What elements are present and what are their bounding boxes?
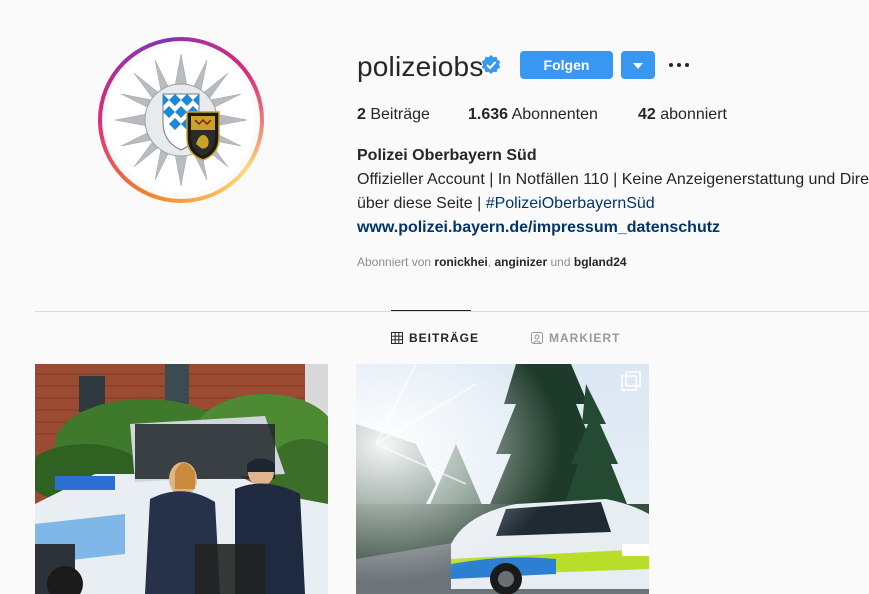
- hashtag-link[interactable]: #PolizeiOberbayernSüd: [486, 195, 655, 212]
- post-thumbnail[interactable]: [35, 364, 328, 594]
- website-link[interactable]: www.polizei.bayern.de/impressum_datensch…: [357, 219, 720, 237]
- profile-page: polizeiobs Folgen 2 Beiträge 1.636 Abonn…: [0, 0, 869, 594]
- chevron-down-icon: [633, 63, 643, 69]
- followed-by: Abonniert von ronickhei, anginizer und b…: [357, 255, 627, 269]
- post-thumbnail[interactable]: [356, 364, 649, 594]
- follower-link[interactable]: anginizer: [494, 255, 547, 269]
- posts-count: 2 Beiträge: [357, 106, 430, 123]
- follower-link[interactable]: bgland24: [574, 255, 627, 269]
- bio-line: Offizieller Account | In Notfällen 110 |…: [357, 171, 869, 188]
- tab-posts[interactable]: BEITRÄGE: [391, 331, 479, 345]
- follower-link[interactable]: ronickhei: [434, 255, 487, 269]
- profile-full-name: Polizei Oberbayern Süd: [357, 147, 537, 164]
- more-options-icon[interactable]: [668, 58, 690, 72]
- suggestions-dropdown-button[interactable]: [621, 51, 655, 79]
- bio-line: über diese Seite | #PolizeiOberbayernSüd: [357, 195, 655, 212]
- following-count[interactable]: 42 abonniert: [638, 106, 727, 124]
- profile-username: polizeiobs: [357, 51, 484, 82]
- verified-badge-icon: [481, 55, 501, 74]
- tabs-divider: [35, 311, 869, 312]
- followers-count[interactable]: 1.636 Abonnenten: [468, 106, 598, 124]
- grid-icon: [391, 332, 403, 344]
- tagged-icon: [531, 332, 543, 344]
- tab-tagged[interactable]: MARKIERT: [531, 331, 620, 345]
- active-tab-indicator: [391, 310, 471, 311]
- police-badge-logo: [107, 46, 255, 194]
- follow-button[interactable]: Folgen: [520, 51, 613, 79]
- profile-avatar[interactable]: [98, 37, 264, 203]
